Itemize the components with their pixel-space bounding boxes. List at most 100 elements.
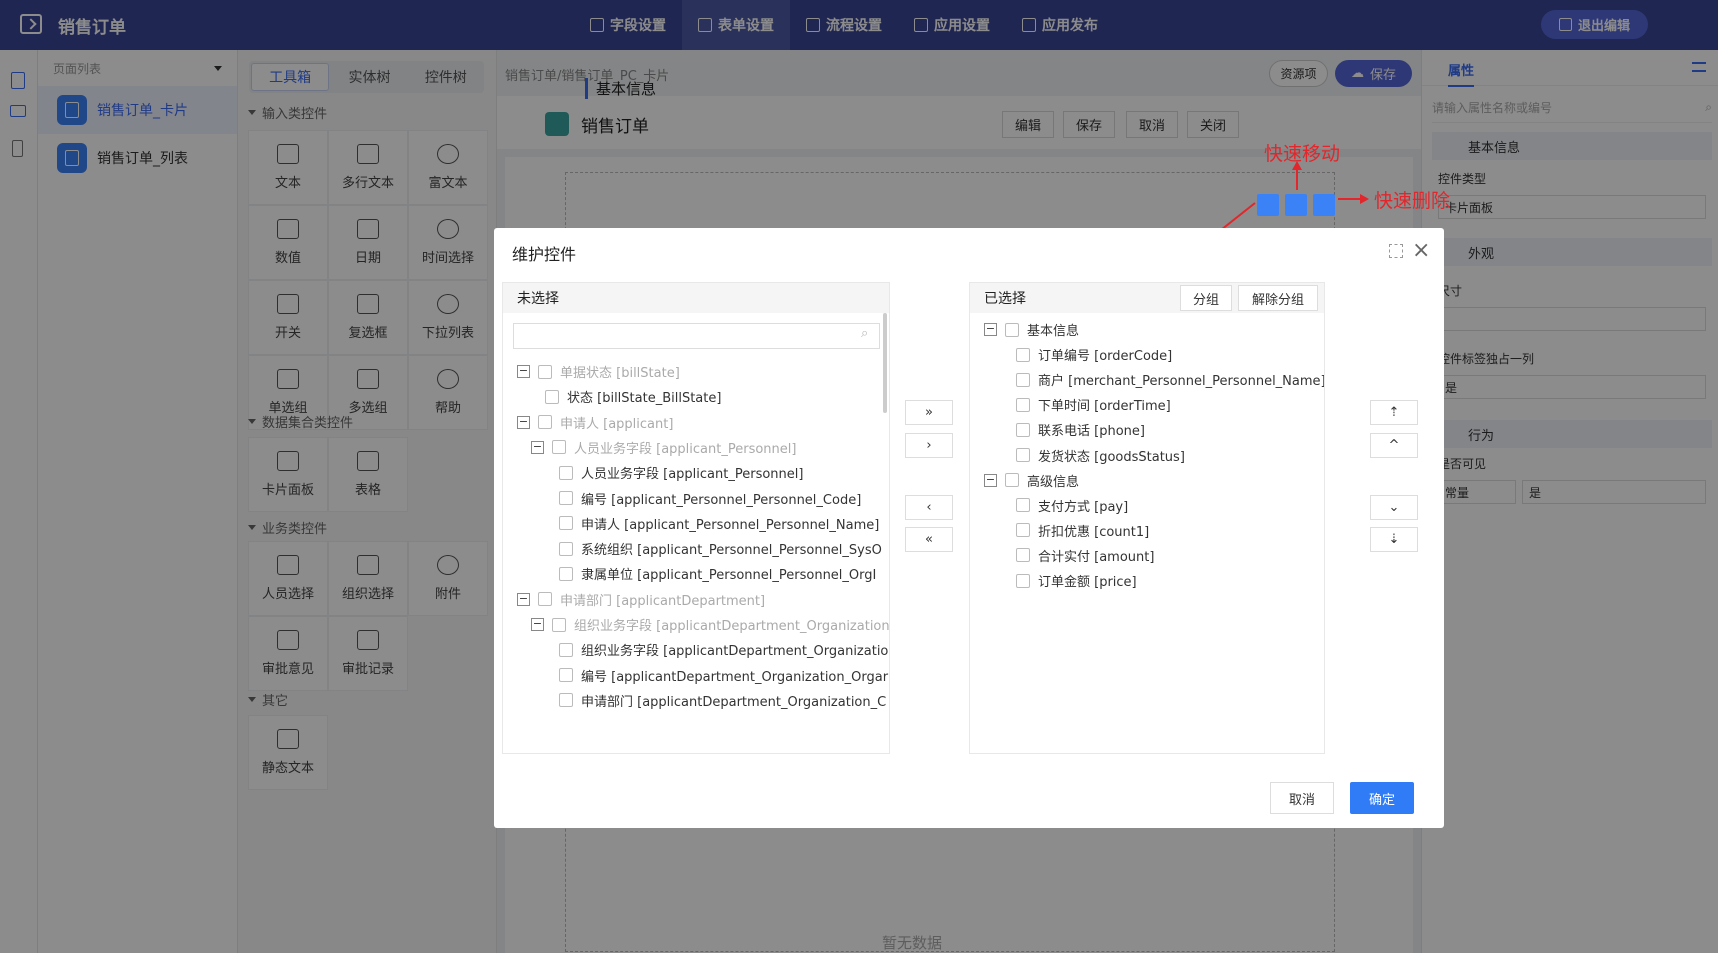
tree-row-label: 申请部门 [applicantDepartment] bbox=[560, 593, 766, 609]
tree-row[interactable]: 联系电话 [phone] bbox=[1016, 420, 1145, 439]
checkbox[interactable] bbox=[552, 617, 566, 632]
collapse-icon[interactable]: − bbox=[984, 473, 997, 487]
tree-row[interactable]: 隶属单位 [applicant_Personnel_Personnel_OrgI bbox=[559, 564, 876, 583]
move-all-right-button[interactable]: » bbox=[905, 400, 953, 425]
maintain-controls-dialog: 维护控件 × 未选择 ⌕ − 单据状态 [billState] 状态 [billSt… bbox=[494, 228, 1444, 828]
collapse-icon[interactable]: − bbox=[517, 365, 530, 378]
tree-row-label: 编号 [applicantDepartment_Organization_Org… bbox=[581, 669, 889, 685]
tree-row-label: 订单金额 [price] bbox=[1038, 575, 1137, 590]
tree-row-label: 组织业务字段 [applicantDepartment_Organizatio bbox=[581, 644, 889, 660]
unselected-search-input[interactable] bbox=[513, 323, 880, 349]
tree-row-label: 申请部门 [applicantDepartment_Organization_C bbox=[581, 694, 887, 710]
checkbox[interactable] bbox=[538, 415, 552, 430]
tree-row[interactable]: 合计实付 [amount] bbox=[1016, 546, 1154, 565]
tree-row-label: 隶属单位 [applicant_Personnel_Personnel_OrgI bbox=[581, 568, 877, 584]
tree-row[interactable]: 订单金额 [price] bbox=[1016, 571, 1137, 590]
tree-row[interactable]: − 申请部门 [applicantDepartment] bbox=[517, 590, 765, 609]
tree-row[interactable]: − 基本信息 bbox=[984, 320, 1079, 339]
checkbox[interactable] bbox=[1016, 347, 1030, 362]
move-bottom-button[interactable]: ⇣ bbox=[1370, 527, 1418, 552]
tree-row-label: 支付方式 [pay] bbox=[1038, 499, 1129, 515]
tree-row[interactable]: 申请部门 [applicantDepartment_Organization_C bbox=[559, 691, 886, 710]
collapse-icon[interactable]: − bbox=[517, 592, 530, 606]
tree-row-label: 订单编号 [orderCode] bbox=[1038, 349, 1173, 365]
tree-row[interactable]: 折扣优惠 [count1] bbox=[1016, 521, 1149, 540]
move-right-button[interactable]: › bbox=[905, 433, 953, 458]
tree-row-label: 发货状态 [goodsStatus] bbox=[1038, 449, 1185, 465]
tree-row-label: 人员业务字段 [applicant_Personnel] bbox=[574, 441, 797, 457]
confirm-button[interactable]: 确定 bbox=[1350, 782, 1414, 814]
checkbox[interactable] bbox=[559, 693, 573, 708]
checkbox[interactable] bbox=[545, 389, 559, 404]
collapse-icon[interactable]: − bbox=[984, 323, 997, 336]
tree-row[interactable]: 商户 [merchant_Personnel_Personnel_Name] bbox=[1016, 370, 1325, 390]
checkbox[interactable] bbox=[1016, 448, 1030, 462]
dialog-title: 维护控件 bbox=[512, 245, 577, 264]
checkbox[interactable] bbox=[559, 491, 573, 505]
checkbox[interactable] bbox=[1016, 372, 1030, 387]
tree-row[interactable]: 系统组织 [applicant_Personnel_Personnel_SysO bbox=[559, 539, 882, 558]
tree-row[interactable]: 编号 [applicant_Personnel_Personnel_Code] bbox=[559, 489, 861, 508]
tree-row[interactable]: 编号 [applicantDepartment_Organization_Org… bbox=[559, 666, 888, 685]
checkbox[interactable] bbox=[559, 541, 573, 556]
checkbox[interactable] bbox=[1016, 523, 1030, 538]
checkbox[interactable] bbox=[1005, 322, 1019, 337]
tree-row-label: 系统组织 [applicant_Personnel_Personnel_SysO bbox=[581, 543, 882, 559]
close-icon[interactable]: × bbox=[1412, 238, 1430, 263]
checkbox[interactable] bbox=[1016, 548, 1030, 563]
unselected-title: 未选择 bbox=[503, 283, 889, 313]
checkbox[interactable] bbox=[559, 566, 573, 581]
tree-row-label: 组织业务字段 [applicantDepartment_Organization… bbox=[574, 619, 890, 634]
tree-row-label: 基本信息 bbox=[1027, 324, 1080, 339]
move-all-left-button[interactable]: « bbox=[905, 527, 953, 552]
checkbox[interactable] bbox=[1016, 397, 1030, 412]
tree-row-label: 单据状态 [billState] bbox=[560, 366, 680, 381]
collapse-icon[interactable]: − bbox=[531, 618, 544, 631]
tree-row[interactable]: − 高级信息 bbox=[984, 471, 1079, 490]
tree-row[interactable]: 发货状态 [goodsStatus] bbox=[1016, 446, 1185, 465]
checkbox[interactable] bbox=[538, 592, 552, 607]
checkbox[interactable] bbox=[1016, 498, 1030, 513]
checkbox[interactable] bbox=[559, 642, 573, 657]
tree-row-label: 编号 [applicant_Personnel_Personnel_Code] bbox=[581, 492, 862, 508]
checkbox[interactable] bbox=[1016, 573, 1030, 588]
scrollbar[interactable] bbox=[883, 313, 887, 413]
collapse-icon[interactable]: − bbox=[531, 440, 544, 454]
collapse-icon[interactable]: − bbox=[517, 415, 530, 429]
checkbox[interactable] bbox=[1005, 473, 1019, 488]
ungroup-button[interactable]: 解除分组 bbox=[1238, 285, 1318, 311]
tree-row[interactable]: 订单编号 [orderCode] bbox=[1016, 345, 1172, 364]
tree-row[interactable]: 组织业务字段 [applicantDepartment_Organizatio bbox=[559, 640, 888, 659]
tree-row[interactable]: 人员业务字段 [applicant_Personnel] bbox=[559, 463, 803, 482]
tree-row-label: 人员业务字段 [applicant_Personnel] bbox=[581, 467, 804, 483]
selected-panel: 已选择 分组 解除分组 − 基本信息 订单编号 [orderCode] 商户 [mer… bbox=[969, 282, 1325, 754]
tree-row-label: 商户 [merchant_Personnel_Personnel_Name] bbox=[1038, 374, 1325, 390]
checkbox[interactable] bbox=[552, 440, 566, 455]
expand-icon[interactable] bbox=[1389, 244, 1403, 258]
tree-row[interactable]: 下单时间 [orderTime] bbox=[1016, 395, 1171, 414]
tree-row[interactable]: 申请人 [applicant_Personnel_Personnel_Name] bbox=[559, 514, 879, 533]
tree-row-label: 状态 [billState_BillState] bbox=[567, 391, 722, 407]
cancel-button[interactable]: 取消 bbox=[1270, 782, 1334, 814]
move-left-button[interactable]: ‹ bbox=[905, 495, 953, 520]
checkbox[interactable] bbox=[559, 516, 573, 531]
group-button[interactable]: 分组 bbox=[1180, 285, 1232, 311]
tree-row[interactable]: − 单据状态 [billState] bbox=[517, 362, 680, 381]
search-icon: ⌕ bbox=[861, 326, 869, 341]
tree-row[interactable]: − 人员业务字段 [applicant_Personnel] bbox=[531, 438, 796, 457]
tree-row[interactable]: 支付方式 [pay] bbox=[1016, 496, 1128, 515]
checkbox[interactable] bbox=[559, 668, 573, 683]
tree-row[interactable]: − 申请人 [applicant] bbox=[517, 413, 673, 432]
tree-row[interactable]: − 组织业务字段 [applicantDepartment_Organizatio… bbox=[531, 615, 890, 634]
tree-row[interactable]: 状态 [billState_BillState] bbox=[545, 387, 721, 406]
tree-row-label: 高级信息 bbox=[1027, 474, 1080, 490]
move-top-button[interactable]: ⇡ bbox=[1370, 400, 1418, 425]
checkbox[interactable] bbox=[559, 465, 573, 480]
move-up-button[interactable]: ^ bbox=[1370, 433, 1418, 458]
unselected-panel: 未选择 ⌕ − 单据状态 [billState] 状态 [billState_Bil… bbox=[502, 282, 890, 754]
checkbox[interactable] bbox=[538, 364, 552, 379]
tree-row-label: 折扣优惠 [count1] bbox=[1038, 524, 1150, 540]
move-down-button[interactable]: ⌄ bbox=[1370, 495, 1418, 520]
tree-row-label: 申请人 [applicant_Personnel_Personnel_Name] bbox=[581, 517, 880, 533]
checkbox[interactable] bbox=[1016, 422, 1030, 437]
